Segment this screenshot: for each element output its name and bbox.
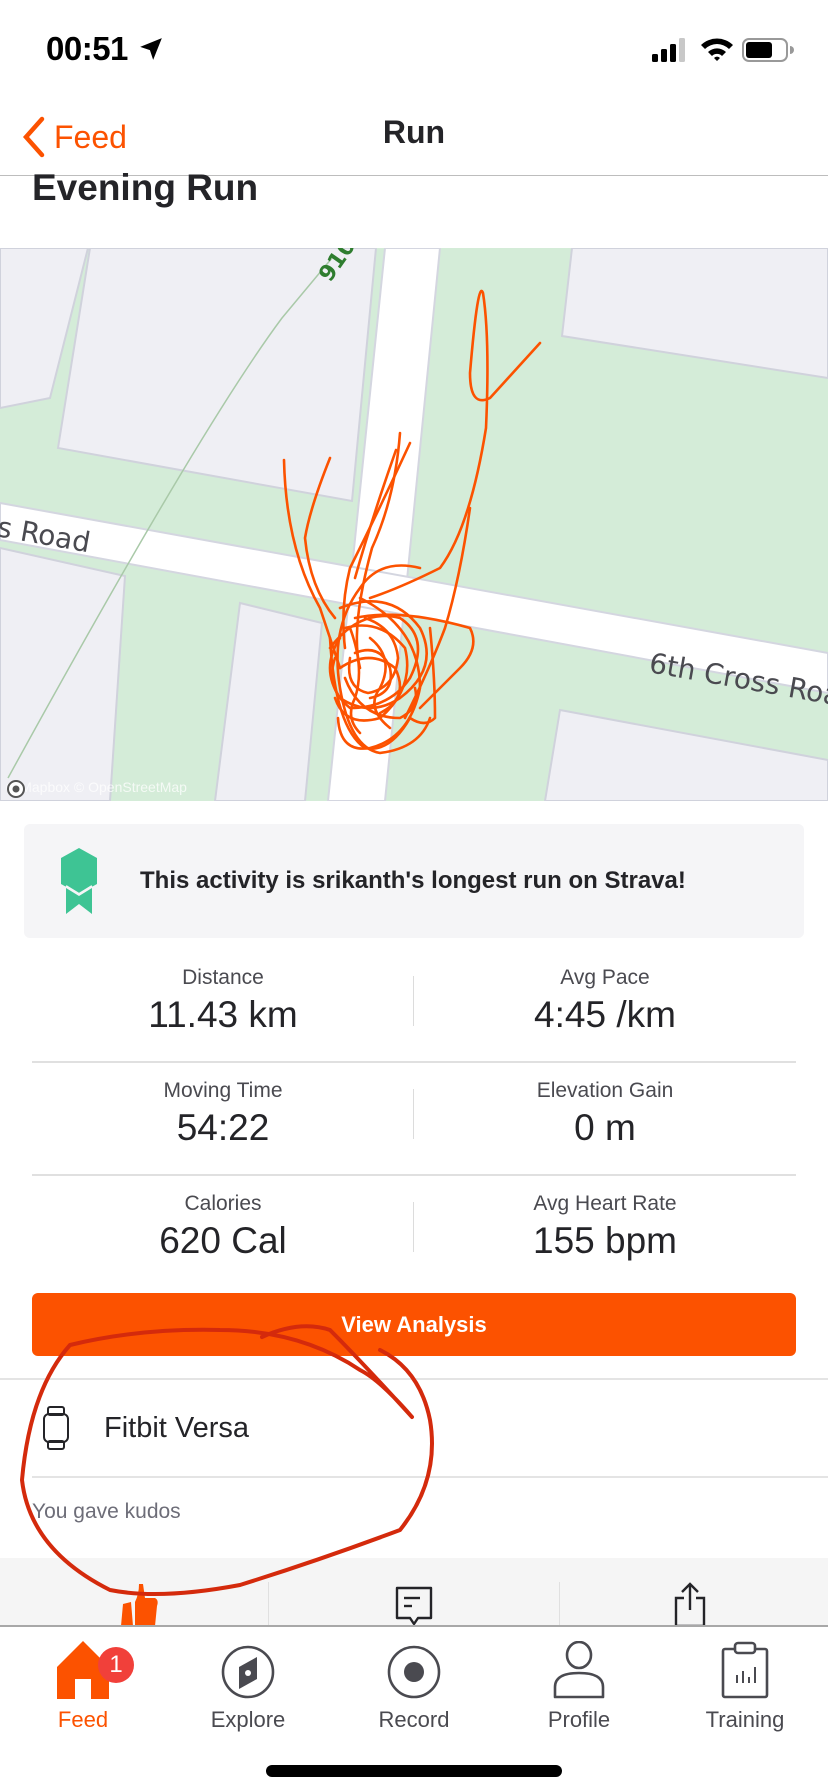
tab-label: Feed xyxy=(57,1707,109,1732)
share-button[interactable] xyxy=(552,1558,828,1626)
page-title: Run xyxy=(382,114,446,150)
cellular-signal-icon xyxy=(652,38,685,62)
comment-icon xyxy=(395,1586,433,1626)
stat-label: Moving Time xyxy=(163,1079,283,1102)
stat-row: Moving Time 54:22 Elevation Gain 0 m xyxy=(32,1063,796,1176)
comment-button[interactable] xyxy=(276,1558,552,1626)
status-time: 00:51 xyxy=(46,30,128,67)
stat-divider xyxy=(413,976,414,1026)
tab-label: Training xyxy=(705,1707,785,1732)
battery-icon xyxy=(742,38,794,62)
home-indicator[interactable] xyxy=(266,1765,562,1777)
tab-explore[interactable]: Explore xyxy=(165,1635,331,1735)
tab-label: Explore xyxy=(210,1707,286,1732)
mapbox-logo-icon xyxy=(7,780,25,798)
map-block xyxy=(0,546,127,801)
device-name: Fitbit Versa xyxy=(104,1411,250,1444)
stat-label: Distance xyxy=(182,966,264,989)
status-bar: 00:51 xyxy=(0,0,828,100)
stat-moving-time: Moving Time 54:22 xyxy=(32,1063,414,1174)
clipboard-chart-icon xyxy=(721,1641,769,1699)
stats-grid: Distance 11.43 km Avg Pace 4:45 /km Movi… xyxy=(32,950,796,1289)
map-block xyxy=(543,708,828,801)
stat-elevation-gain: Elevation Gain 0 m xyxy=(414,1063,796,1174)
stat-row: Distance 11.43 km Avg Pace 4:45 /km xyxy=(32,950,796,1063)
stat-value: 11.43 km xyxy=(148,994,298,1035)
stat-label: Avg Pace xyxy=(560,966,650,989)
map-attribution: © Mapbox © OpenStreetMap xyxy=(6,779,187,798)
route-map[interactable]: 910 s Road 6th Cross Roa © Mapbox © Open… xyxy=(0,248,828,801)
stat-avg-pace: Avg Pace 4:45 /km xyxy=(414,950,796,1061)
achievement-text: This activity is srikanth's longest run … xyxy=(140,867,686,894)
map-block xyxy=(213,601,324,801)
stat-value: 4:45 /km xyxy=(534,994,676,1035)
stat-value: 0 m xyxy=(574,1107,636,1148)
stat-label: Calories xyxy=(184,1192,262,1215)
stat-divider xyxy=(413,1202,414,1252)
tab-label: Record xyxy=(378,1707,450,1732)
action-separator xyxy=(268,1582,269,1626)
wifi-icon xyxy=(701,38,733,61)
stat-label: Avg Heart Rate xyxy=(533,1192,677,1215)
tab-feed[interactable]: 1 Feed xyxy=(0,1635,166,1735)
stat-value: 54:22 xyxy=(176,1107,270,1148)
map-block xyxy=(560,248,828,380)
stat-label: Elevation Gain xyxy=(536,1079,674,1102)
record-icon xyxy=(387,1645,441,1699)
tab-record[interactable]: Record xyxy=(331,1635,497,1735)
tab-training[interactable]: Training xyxy=(662,1635,828,1735)
stat-avg-heart-rate: Avg Heart Rate 155 bpm xyxy=(414,1176,796,1289)
notification-badge: 1 xyxy=(98,1647,134,1683)
tab-profile[interactable]: Profile xyxy=(496,1635,662,1735)
kudos-button[interactable] xyxy=(0,1558,276,1626)
navigation-bar: Feed Run xyxy=(0,100,828,176)
tab-label: Profile xyxy=(547,1707,611,1732)
activity-title: Evening Run xyxy=(32,167,259,208)
stat-distance: Distance 11.43 km xyxy=(32,950,414,1061)
share-icon xyxy=(674,1582,706,1626)
watch-icon xyxy=(43,1406,69,1450)
location-arrow-icon xyxy=(140,38,162,60)
device-row[interactable]: Fitbit Versa xyxy=(0,1380,828,1476)
stat-calories: Calories 620 Cal xyxy=(32,1176,414,1289)
kudos-text[interactable]: You gave kudos xyxy=(32,1500,181,1524)
stat-divider xyxy=(413,1089,414,1139)
thumbs-up-icon xyxy=(121,1584,158,1626)
stat-value: 620 Cal xyxy=(159,1220,287,1261)
map-attribution-text[interactable]: © Mapbox © OpenStreetMap xyxy=(6,779,187,795)
stat-row: Calories 620 Cal Avg Heart Rate 155 bpm xyxy=(32,1176,796,1289)
compass-icon xyxy=(221,1645,275,1699)
achievement-banner: This activity is srikanth's longest run … xyxy=(24,824,804,938)
view-analysis-button[interactable]: View Analysis xyxy=(32,1293,796,1356)
divider xyxy=(32,1476,828,1478)
profile-icon xyxy=(553,1641,605,1699)
medal-icon xyxy=(61,848,97,914)
action-bar xyxy=(0,1558,828,1626)
stat-value: 155 bpm xyxy=(533,1220,677,1261)
